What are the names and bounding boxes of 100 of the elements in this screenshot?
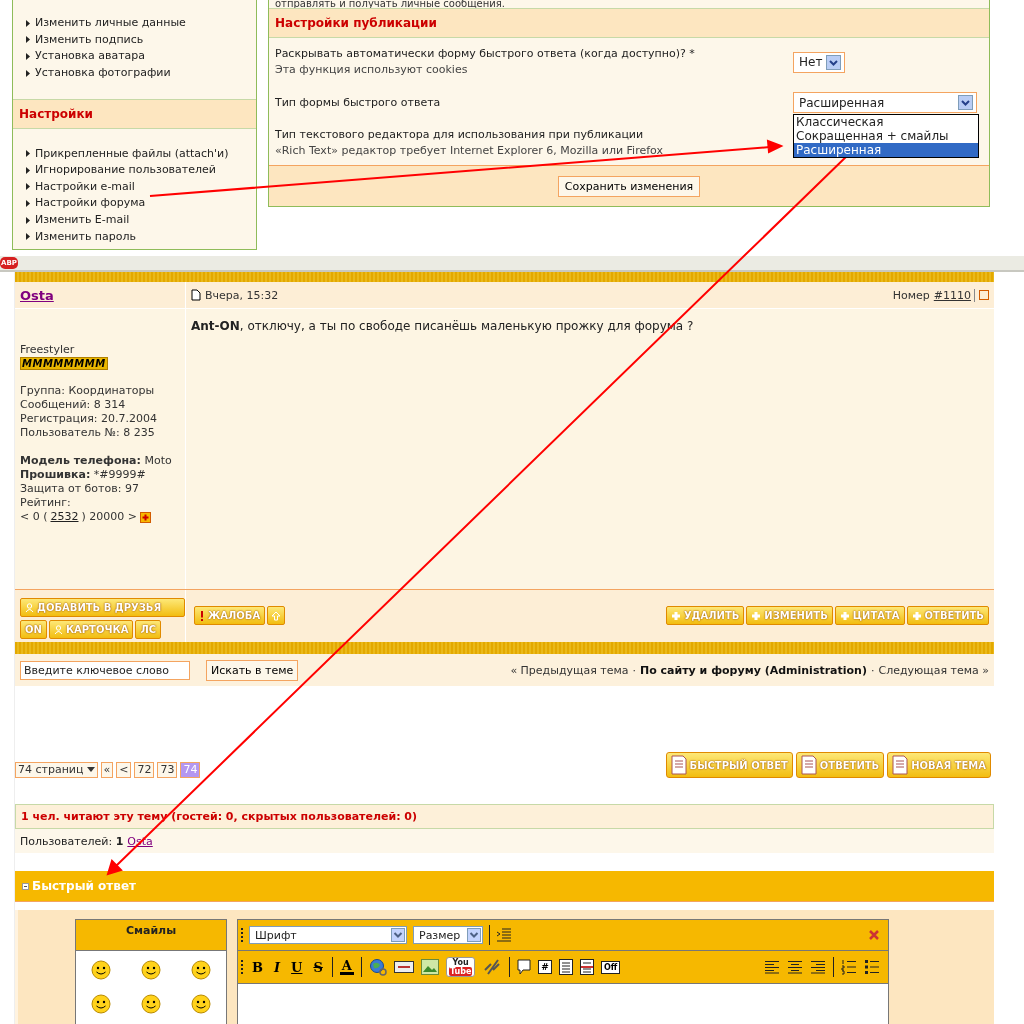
- smiley-icon[interactable]: [140, 959, 162, 981]
- collapse-icon[interactable]: [22, 882, 29, 890]
- bullet-icon: [26, 166, 30, 174]
- bullet-icon: [26, 199, 30, 207]
- sidebar-link[interactable]: Установка фотографии: [35, 66, 171, 81]
- author-link[interactable]: Osta: [20, 287, 54, 303]
- first-page-button[interactable]: «: [100, 762, 114, 778]
- plus-icon[interactable]: [140, 511, 151, 523]
- caret-icon: [86, 767, 95, 773]
- dropdown-option[interactable]: Сокращенная + смайлы: [794, 129, 978, 143]
- post-number-label: Номер: [892, 288, 930, 302]
- smiley-icon[interactable]: [90, 993, 112, 1015]
- text-color-button[interactable]: A: [339, 959, 354, 975]
- smiley-icon[interactable]: [90, 959, 112, 981]
- previous-page-button[interactable]: <: [116, 762, 132, 778]
- next-topic-link[interactable]: Следующая тема »: [878, 663, 989, 677]
- smiley-icon[interactable]: [190, 993, 212, 1015]
- bullet-icon: [26, 53, 30, 60]
- format-button[interactable]: S: [311, 959, 325, 975]
- sidebar-link[interactable]: Игнорирование пользователей: [35, 163, 216, 178]
- image-icon[interactable]: [420, 959, 439, 975]
- forum-link[interactable]: По сайту и форуму (Administration): [639, 663, 867, 677]
- sidebar-link[interactable]: Изменить личные данные: [35, 16, 186, 31]
- code-button[interactable]: #: [538, 960, 552, 974]
- user-field: Прошивка: *#9999#: [20, 468, 185, 482]
- bullet-icon: [26, 183, 30, 191]
- bullet-icon: [26, 216, 30, 224]
- numbered-list-icon[interactable]: [841, 959, 857, 975]
- document-icon: [800, 755, 817, 775]
- scroll-up-button[interactable]: [267, 606, 286, 625]
- sidebar-link[interactable]: Прикрепленные файлы (attach'и): [35, 146, 229, 161]
- search-field[interactable]: Введите ключевое слово: [20, 660, 190, 680]
- page-button[interactable]: 72: [134, 762, 155, 778]
- up-arrow-icon: [271, 610, 282, 621]
- action-icon: [839, 610, 850, 621]
- sidebar-link[interactable]: Установка аватара: [35, 49, 146, 64]
- exclamation-icon: [199, 610, 205, 621]
- format-button[interactable]: B: [250, 959, 265, 975]
- setting-label: Тип формы быстрого ответа: [275, 94, 442, 111]
- align-center-icon[interactable]: [787, 960, 803, 974]
- user-title: Freestyler: [20, 343, 75, 357]
- rating-link[interactable]: 2532: [50, 510, 79, 524]
- user-field: Защита от ботов: 97: [20, 482, 185, 496]
- settings-text: отправлять и получать личные сообщения.: [274, 0, 506, 8]
- bullet-icon: [26, 36, 30, 44]
- rating-label: Рейтинг:: [20, 496, 72, 510]
- settings-section-title: Настройки публикации: [269, 8, 989, 38]
- smiley-icon[interactable]: [140, 993, 162, 1015]
- dropdown-option[interactable]: Классическая: [794, 115, 978, 129]
- size-select[interactable]: Размер: [413, 926, 483, 944]
- rank-badge: MMMMMMMM: [20, 357, 108, 370]
- smiley-icon[interactable]: [190, 959, 212, 981]
- save-button[interactable]: Сохранить изменения: [557, 175, 701, 197]
- video-button[interactable]: You Tube: [445, 957, 476, 977]
- globe-link-icon[interactable]: [368, 958, 387, 976]
- user-icon: [53, 625, 63, 634]
- post-number-link[interactable]: #1110: [933, 288, 975, 302]
- smilies-title: Смайлы: [76, 920, 226, 951]
- sidebar-section-title: Настройки: [13, 99, 256, 130]
- setting-label: Тип текстового редактора для использования при публикации: [275, 127, 645, 143]
- sidebar-link[interactable]: Изменить пароль: [35, 229, 137, 244]
- font-select[interactable]: Шрифт: [249, 926, 407, 944]
- action-icon: [751, 610, 762, 621]
- format-button[interactable]: I: [272, 959, 283, 975]
- search-button[interactable]: Искать в теме: [206, 659, 299, 681]
- dropdown-option[interactable]: Расширенная: [794, 143, 978, 157]
- sidebar-link[interactable]: Настройки форума: [35, 196, 146, 211]
- sidebar-link[interactable]: Изменить E-mail: [35, 213, 130, 228]
- rating-text: ) 20000 >: [81, 510, 137, 524]
- users-count: Пользователей: 1: [20, 834, 124, 848]
- setting-select[interactable]: Расширенная: [793, 92, 977, 113]
- document-icon: [670, 755, 687, 775]
- document-icon: [892, 755, 909, 775]
- bullet-icon: [26, 233, 30, 241]
- pages-dropdown[interactable]: 74 страниц: [15, 762, 98, 778]
- previous-topic-link[interactable]: « Предыдущая тема: [510, 663, 629, 677]
- email-icon[interactable]: [393, 960, 414, 974]
- align-right-icon[interactable]: [810, 960, 826, 974]
- sidebar-link[interactable]: Изменить подпись: [35, 32, 144, 47]
- outdent-icon[interactable]: [496, 928, 512, 942]
- bullet-icon: [26, 69, 30, 77]
- user-stat: Группа: Координаторы: [20, 384, 156, 398]
- bullet-list-icon[interactable]: [864, 959, 880, 975]
- setting-select[interactable]: Нет: [793, 51, 846, 73]
- sidebar-link[interactable]: Настройки e-mail: [35, 179, 135, 194]
- post-checkbox[interactable]: [979, 290, 989, 300]
- page-button[interactable]: 73: [157, 762, 178, 778]
- quick-reply-title: Быстрый ответ: [32, 879, 136, 893]
- close-icon[interactable]: [868, 929, 880, 941]
- spoiler-icon[interactable]: [579, 959, 594, 975]
- nav-separator: ·: [871, 663, 875, 677]
- quote-icon[interactable]: [517, 959, 532, 975]
- unlink-icon[interactable]: [482, 957, 503, 977]
- text-block-icon[interactable]: [558, 959, 573, 975]
- off-topic-button[interactable]: Off: [600, 960, 621, 974]
- format-button[interactable]: U: [289, 959, 305, 975]
- setting-hint: «Rich Text» редактор требует Internet Explorer 6, Mozilla или Firefox: [275, 143, 664, 159]
- align-left-icon[interactable]: [764, 960, 780, 974]
- post-date: Вчера, 15:32: [205, 288, 279, 302]
- action-icon: [670, 610, 681, 621]
